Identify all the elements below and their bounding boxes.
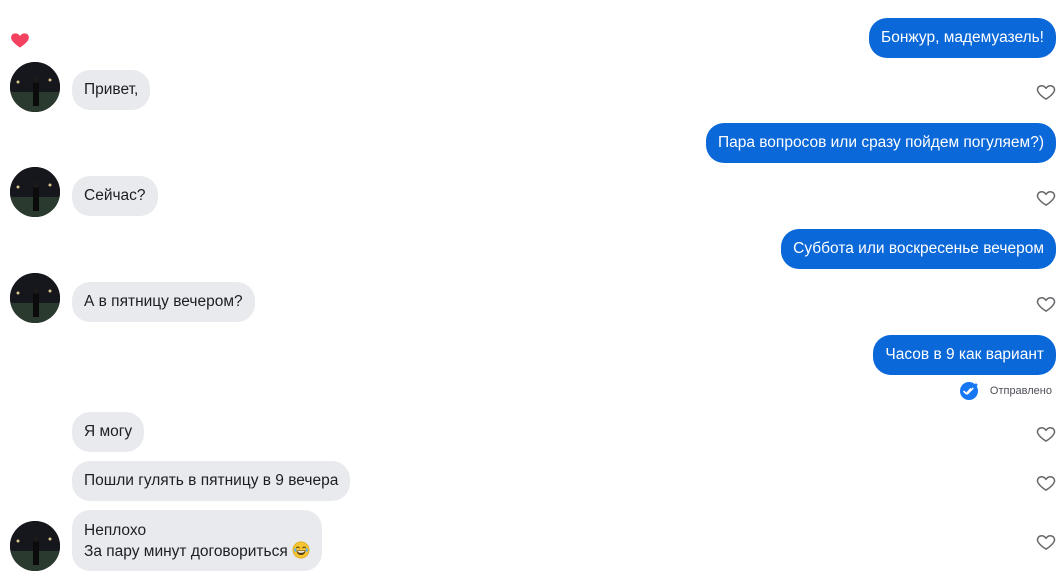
incoming-message[interactable]: А в пятницу вечером? xyxy=(72,282,255,322)
heart-outline-icon[interactable] xyxy=(1036,424,1056,444)
avatar[interactable] xyxy=(10,273,60,323)
incoming-message[interactable]: Я могу xyxy=(72,412,145,452)
message-line-text: За пару минут договориться xyxy=(84,543,288,560)
incoming-message[interactable]: Привет, xyxy=(72,70,151,110)
heart-outline-icon[interactable] xyxy=(1036,294,1056,314)
heart-reaction-icon xyxy=(11,33,29,48)
sent-status: Отправлено xyxy=(959,382,1052,400)
laughing-tears-emoji-icon xyxy=(292,541,310,559)
incoming-message[interactable]: Неплохо За пару минут договориться xyxy=(72,510,323,571)
heart-outline-icon[interactable] xyxy=(1036,473,1056,493)
incoming-message[interactable]: Пошли гулять в пятницу в 9 вечера xyxy=(72,461,351,501)
double-check-icon xyxy=(959,382,978,400)
outgoing-message[interactable]: Часов в 9 как вариант xyxy=(873,335,1056,375)
heart-outline-icon[interactable] xyxy=(1036,188,1056,208)
outgoing-message[interactable]: Пара вопросов или сразу пойдем погуляем?… xyxy=(705,123,1056,163)
outgoing-message[interactable]: Бонжур, мадемуазель! xyxy=(869,18,1056,58)
heart-outline-icon[interactable] xyxy=(1036,532,1056,552)
avatar[interactable] xyxy=(10,521,60,571)
heart-outline-icon[interactable] xyxy=(1036,82,1056,102)
incoming-message[interactable]: Сейчас? xyxy=(72,176,158,216)
message-line: Неплохо xyxy=(84,522,147,539)
avatar[interactable] xyxy=(10,62,60,112)
outgoing-message[interactable]: Суббота или воскресенье вечером xyxy=(781,229,1056,269)
avatar[interactable] xyxy=(10,167,60,217)
sent-label: Отправлено xyxy=(989,385,1052,397)
message-line-with-emoji: За пару минут договориться xyxy=(84,541,310,562)
